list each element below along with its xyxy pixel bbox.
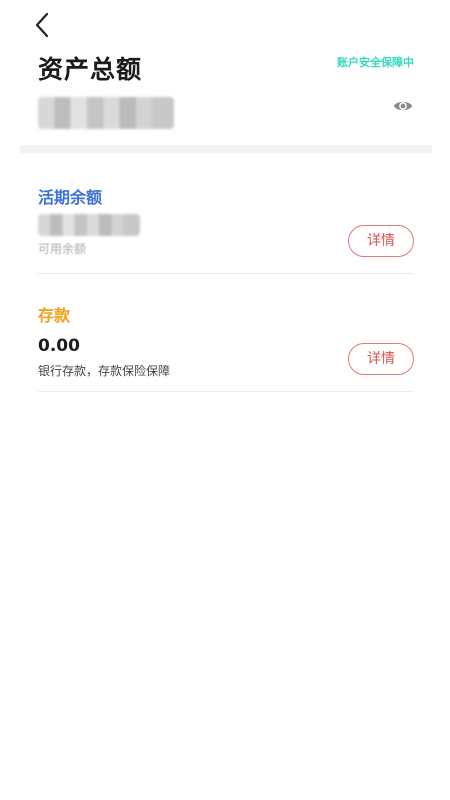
current-balance-section: 活期余额 可用余额 详情: [38, 184, 414, 274]
back-button[interactable]: [28, 10, 56, 40]
deposit-section: 存款 0.00 银行存款，存款保险保障 详情: [38, 302, 414, 392]
current-detail-button[interactable]: 详情: [348, 225, 414, 257]
available-balance-label: 可用余额: [38, 243, 87, 256]
security-status: 账户安全保障中: [337, 56, 414, 69]
deposit-title: 存款: [38, 306, 71, 325]
total-amount-masked: [38, 97, 174, 129]
current-balance-title: 活期余额: [38, 188, 103, 207]
chevron-left-icon: [35, 12, 49, 38]
current-balance-masked: [38, 214, 140, 236]
deposit-amount: 0.00: [38, 336, 80, 356]
visibility-toggle[interactable]: [392, 95, 414, 117]
section-divider: [20, 145, 432, 153]
deposit-detail-button[interactable]: 详情: [348, 343, 414, 375]
asset-page: 资产总额 账户安全保障中 活期余额 可用余额 详情 存款 0.00 银行存款，存…: [0, 0, 450, 800]
page-title: 资产总额: [38, 55, 143, 84]
deposit-description: 银行存款，存款保险保障: [38, 364, 171, 378]
eye-icon: [393, 101, 413, 111]
